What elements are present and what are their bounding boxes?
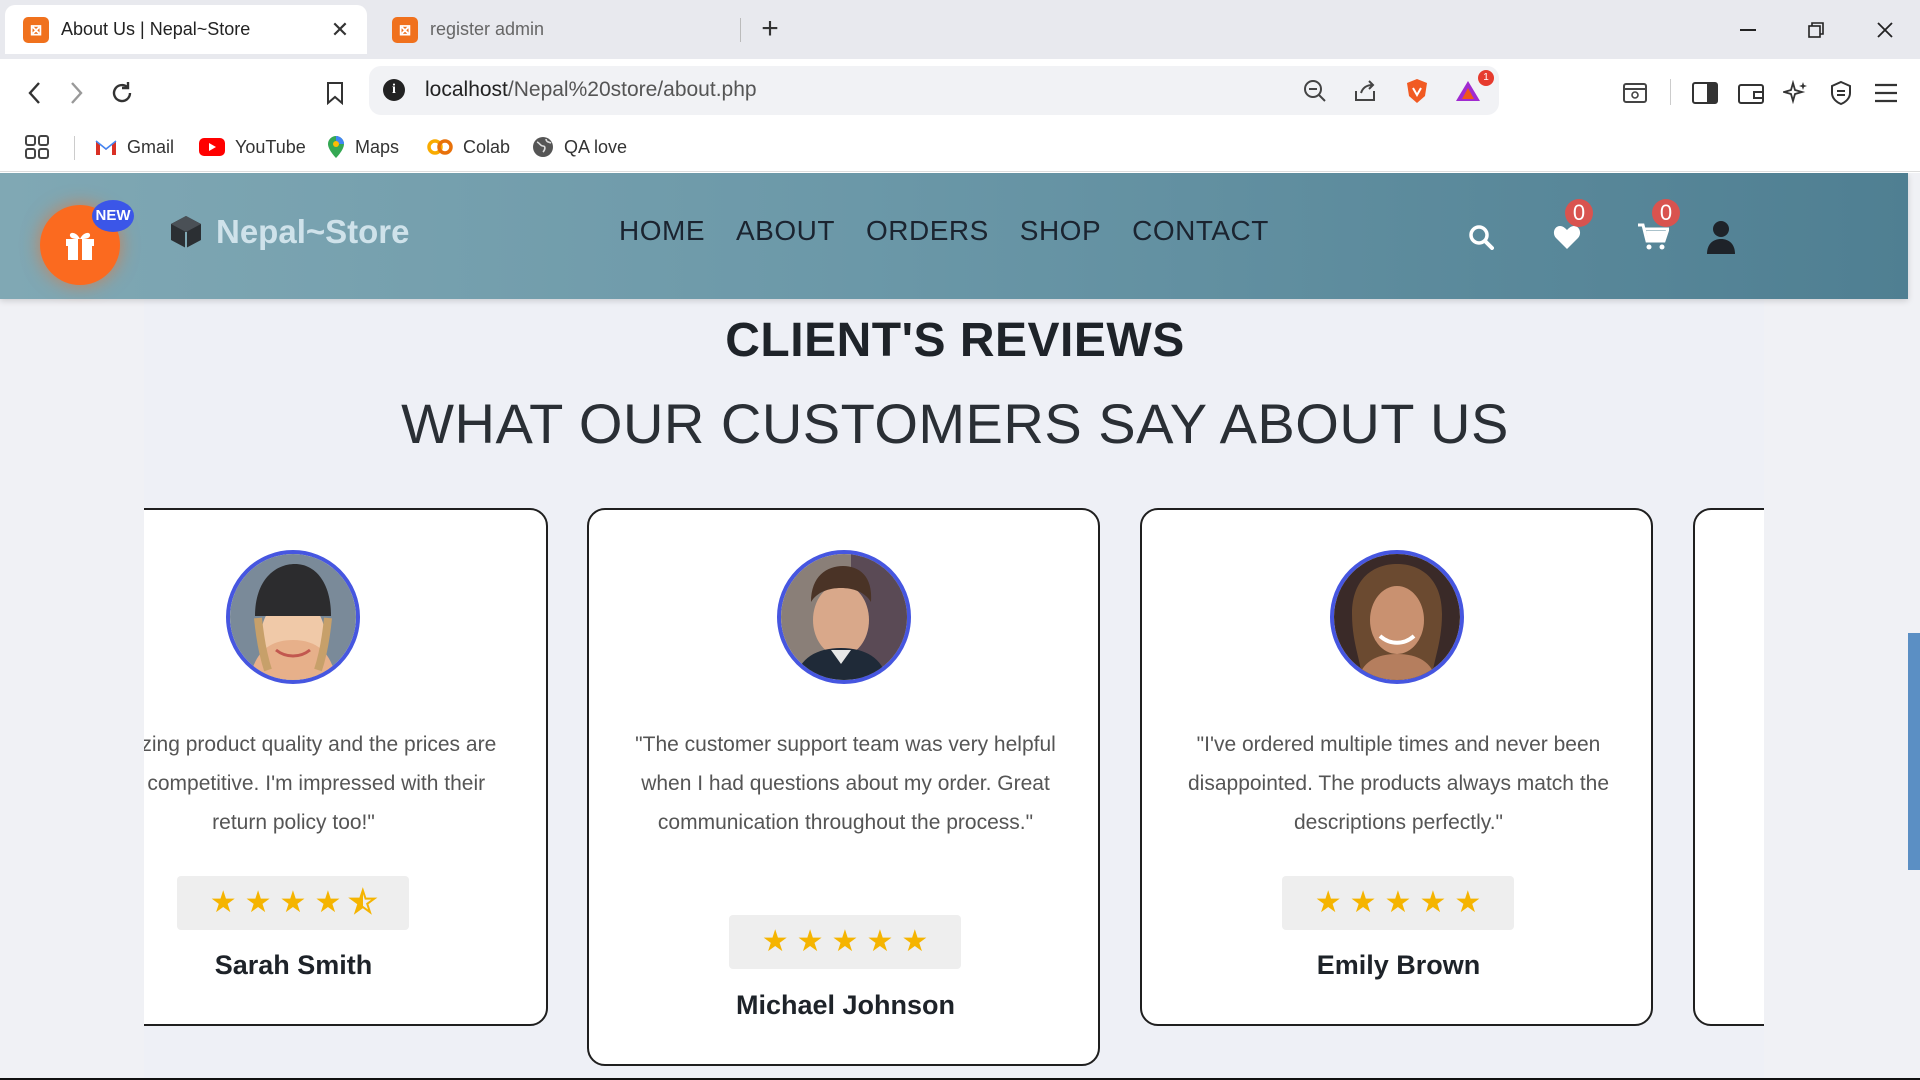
reviews-subheading: WHAT OUR CUSTOMERS SAY ABOUT US: [401, 392, 1509, 455]
nav-home[interactable]: HOME: [619, 215, 705, 247]
toolbar-divider: [1670, 79, 1671, 105]
sidebar-toggle-icon[interactable]: [1683, 71, 1727, 115]
review-quote: "Amazing product quality and the prices …: [144, 733, 497, 834]
star-rating: ★ ★ ★ ★ ★: [1282, 876, 1514, 930]
wallet-icon[interactable]: [1729, 71, 1773, 115]
apps-grid-icon[interactable]: [24, 130, 50, 164]
star-icon: ★: [1384, 886, 1412, 919]
star-icon: ★: [761, 925, 789, 958]
avatar: [777, 550, 911, 684]
bookmark-qa-love[interactable]: QA love: [532, 130, 627, 164]
menu-icon[interactable]: [1864, 71, 1908, 115]
page-scrollbar-thumb[interactable]: [1908, 633, 1920, 870]
gift-icon: [66, 232, 94, 260]
tab-separator: [740, 18, 741, 42]
bookmark-gmail[interactable]: Gmail: [95, 130, 174, 164]
nav-shop[interactable]: SHOP: [1020, 215, 1101, 247]
star-icon: ★: [901, 925, 929, 958]
back-button[interactable]: [12, 71, 56, 115]
review-card: "The customer support team was very help…: [587, 508, 1100, 1066]
maps-icon: [327, 135, 345, 159]
browser-tab-bar: ⊠ About Us | Nepal~Store ✕ ⊠ register ad…: [0, 0, 1920, 59]
star-icon: ★: [314, 886, 342, 919]
bookmark-youtube[interactable]: YouTube: [199, 130, 306, 164]
bookmark-colab[interactable]: Colab: [427, 130, 510, 164]
url-text[interactable]: localhost/Nepal%20store/about.php: [425, 78, 757, 102]
restore-button[interactable]: [1791, 10, 1841, 50]
star-icon: ★: [831, 925, 859, 958]
star-rating: ★ ★ ★ ★ ★: [729, 915, 961, 969]
tab-close-icon[interactable]: ✕: [327, 17, 353, 43]
leo-ai-icon[interactable]: [1774, 71, 1818, 115]
cart-count-badge: 0: [1652, 199, 1680, 227]
user-account-icon[interactable]: [1699, 217, 1743, 257]
zoom-out-icon[interactable]: [1300, 76, 1330, 106]
nav-contact[interactable]: CONTACT: [1132, 215, 1269, 247]
reviewer-name: Michael Johnson: [735, 990, 956, 1020]
star-rating: ★★★★ ★★: [177, 876, 409, 930]
xampp-favicon-icon: ⊠: [392, 16, 418, 43]
browser-toolbar: i localhost/Nepal%20store/about.php 1: [0, 59, 1920, 124]
cube-icon: [171, 216, 201, 248]
reviews-heading: CLIENT'S REVIEWS: [725, 314, 1185, 367]
youtube-icon: [199, 138, 225, 156]
page-viewport: CLIENT'S REVIEWS WHAT OUR CUSTOMERS SAY …: [0, 173, 1920, 1080]
globe-icon: [532, 136, 554, 158]
reviewer-name: Emily Brown: [1316, 950, 1481, 980]
star-icon: ★: [1419, 886, 1447, 919]
site-info-icon[interactable]: i: [383, 79, 405, 101]
brave-shield-icon[interactable]: [1402, 76, 1432, 106]
reviewer-name: Sarah Smith: [214, 950, 373, 980]
reviews-carousel[interactable]: "Amazing product quality and the prices …: [144, 508, 1764, 1080]
vpn-shield-icon[interactable]: [1819, 71, 1863, 115]
colab-icon: [427, 139, 453, 155]
review-card: "I've ordered multiple times and never b…: [1140, 508, 1653, 1026]
rewards-badge: 1: [1478, 70, 1494, 86]
xampp-favicon-icon: ⊠: [23, 16, 49, 43]
star-icon: ★: [279, 886, 307, 919]
wishlist-count-badge: 0: [1565, 199, 1593, 227]
nav-about[interactable]: ABOUT: [736, 215, 835, 247]
new-badge: NEW: [92, 200, 134, 232]
star-icon: ★: [866, 925, 894, 958]
site-header: NEW Nepal~Store HOME ABOUT ORDERS SHOP C…: [0, 173, 1908, 299]
tab-title: register admin: [430, 19, 545, 39]
avatar: [226, 550, 360, 684]
brand-name: Nepal~Store: [216, 213, 410, 250]
star-icon: ★: [1454, 886, 1482, 919]
avatar: [1330, 550, 1464, 684]
gmail-icon: [95, 138, 117, 156]
bookmark-maps[interactable]: Maps: [327, 130, 399, 164]
star-icon: ★: [1314, 886, 1342, 919]
half-star-icon: ★★: [348, 886, 377, 919]
reload-button[interactable]: [100, 71, 144, 115]
tab-about-us[interactable]: ⊠ About Us | Nepal~Store ✕: [5, 5, 367, 54]
review-card: "Amazing product quality and the prices …: [144, 508, 548, 1026]
bookmark-divider: [74, 136, 75, 160]
new-tab-button[interactable]: +: [755, 12, 785, 46]
star-icon: ★: [244, 886, 272, 919]
star-icon: ★: [796, 925, 824, 958]
nav-orders[interactable]: ORDERS: [866, 215, 989, 247]
site-logo[interactable]: Nepal~Store: [168, 213, 410, 251]
tab-title: About Us | Nepal~Store: [61, 19, 251, 39]
close-window-button[interactable]: [1860, 10, 1910, 50]
star-icon: ★: [209, 886, 237, 919]
star-icon: ★: [1349, 886, 1377, 919]
review-quote: "I've ordered multiple times and never b…: [1187, 733, 1610, 834]
minimize-button[interactable]: [1723, 10, 1773, 50]
bookmark-page-icon[interactable]: [313, 71, 357, 115]
review-quote: "The customer support team was very help…: [635, 733, 1056, 834]
forward-button[interactable]: [55, 71, 99, 115]
bookmarks-bar: Gmail YouTube Maps Colab QA love: [0, 124, 1920, 172]
tab-register-admin[interactable]: ⊠ register admin: [380, 5, 740, 54]
reader-mode-icon[interactable]: [1613, 71, 1657, 115]
review-card: [1693, 508, 1764, 1026]
share-icon[interactable]: [1350, 76, 1380, 106]
search-icon[interactable]: [1459, 217, 1503, 257]
address-bar[interactable]: i localhost/Nepal%20store/about.php: [369, 66, 1499, 115]
main-nav: HOME ABOUT ORDERS SHOP CONTACT: [619, 215, 1300, 247]
